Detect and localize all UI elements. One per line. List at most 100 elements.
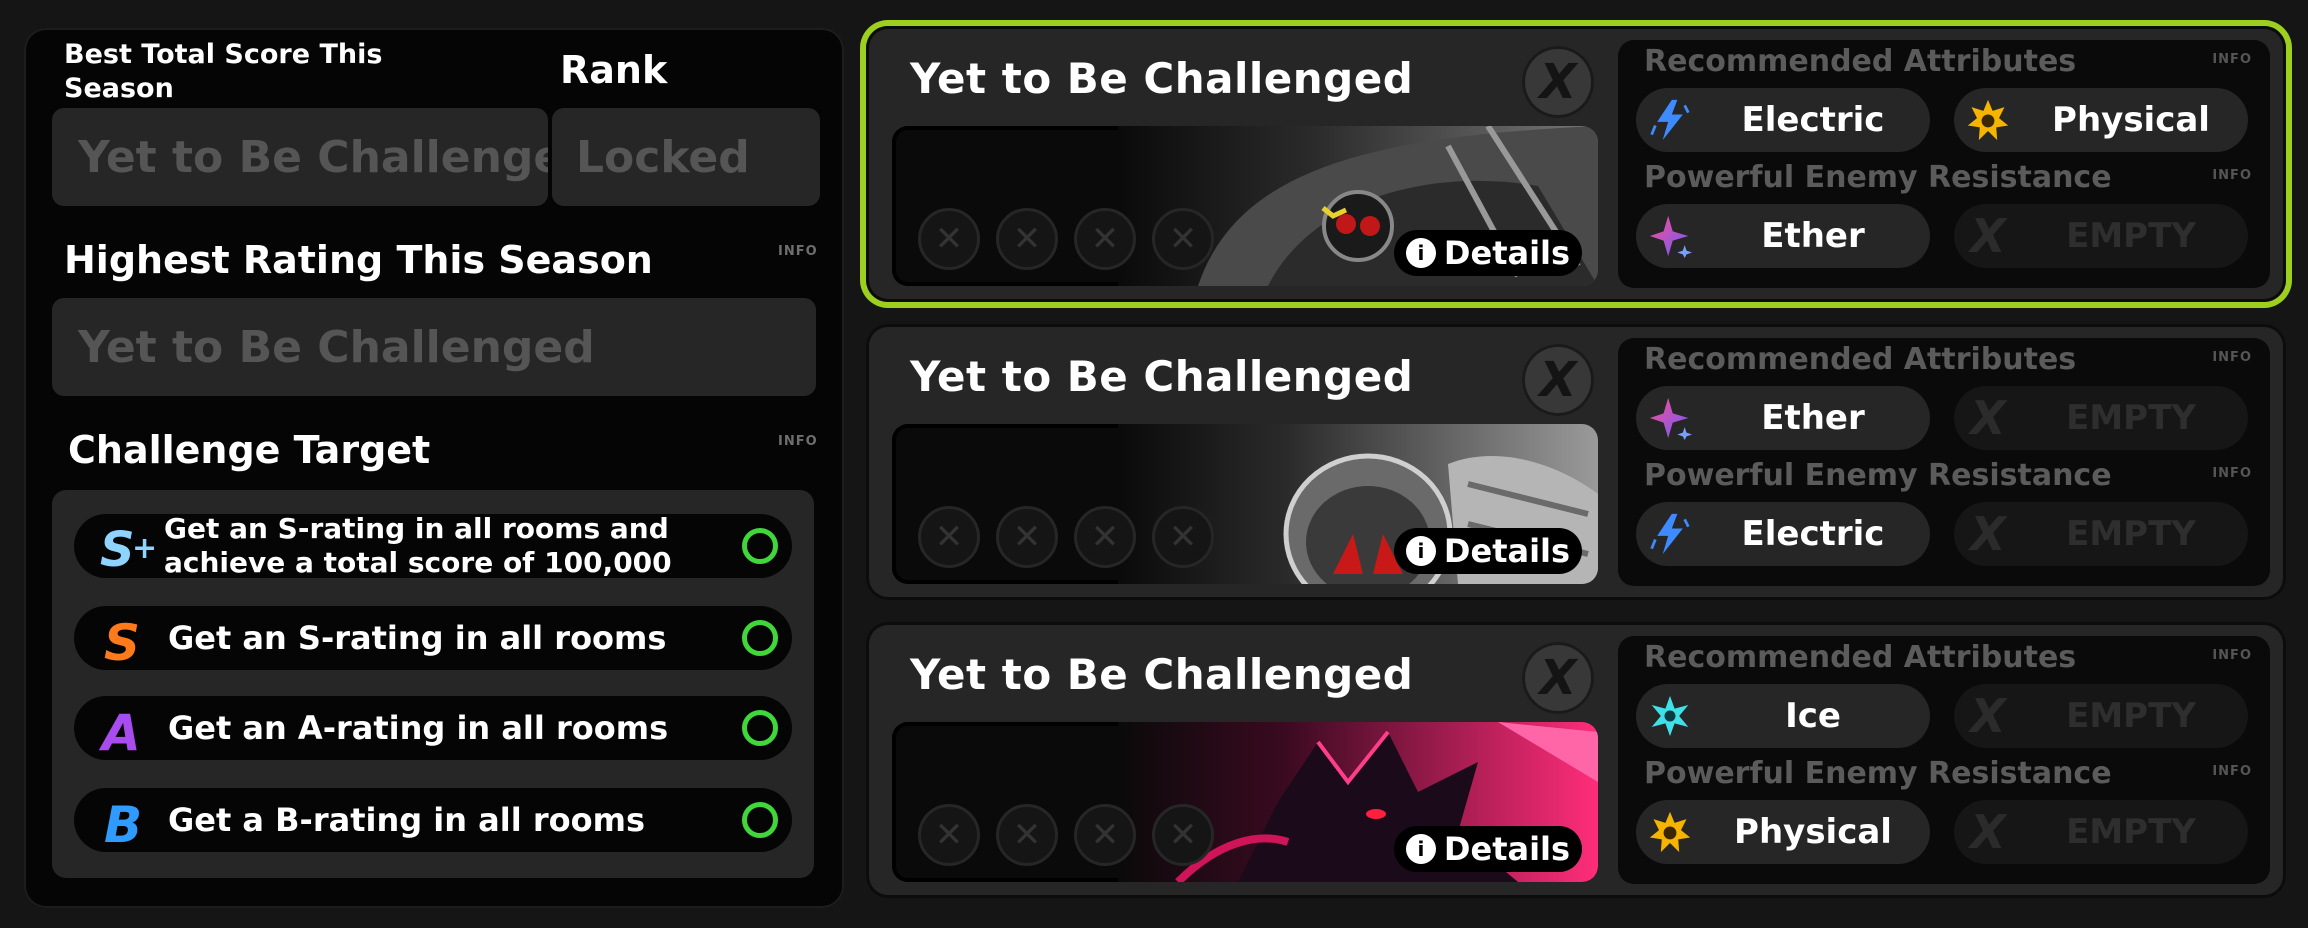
agent-slot-3[interactable]: ✕ bbox=[1074, 208, 1136, 270]
attribute-name: EMPTY bbox=[2066, 398, 2196, 438]
ice-icon bbox=[1646, 692, 1694, 740]
physical-icon bbox=[1964, 96, 2012, 144]
stage-card-3[interactable]: Yet to Be Challenged X ✕ ✕ ✕ ✕ i Details… bbox=[866, 622, 2286, 898]
agent-slot-3[interactable]: ✕ bbox=[1074, 804, 1136, 866]
recommended-attribute-2: X EMPTY bbox=[1954, 386, 2248, 450]
recommended-attributes-label: Recommended Attributes bbox=[1644, 640, 2077, 675]
stage-title: Yet to Be Challenged bbox=[910, 650, 1414, 699]
resistance-info-button[interactable]: INFO bbox=[2212, 168, 2252, 183]
target-incomplete-ring-icon bbox=[742, 620, 778, 656]
target-text: Get a B-rating in all rooms bbox=[168, 801, 645, 839]
resistance-info-button[interactable]: INFO bbox=[2212, 764, 2252, 779]
attribute-name: Electric bbox=[1741, 514, 1885, 554]
agent-slot-3[interactable]: ✕ bbox=[1074, 506, 1136, 568]
attribute-name: EMPTY bbox=[2066, 216, 2196, 256]
challenge-target-info-button[interactable]: INFO bbox=[778, 434, 818, 449]
details-icon: i bbox=[1405, 238, 1436, 268]
resistance-attribute-1: Physical bbox=[1636, 800, 1930, 864]
clear-stage-button[interactable]: X bbox=[1522, 642, 1594, 714]
recommended-attribute-2: X EMPTY bbox=[1954, 684, 2248, 748]
recommended-attribute-2: Physical bbox=[1954, 88, 2248, 152]
attribute-name: Electric bbox=[1741, 100, 1885, 140]
stage-card-2[interactable]: Yet to Be Challenged X ✕ ✕ ✕ ✕ i Details… bbox=[866, 324, 2286, 600]
attribute-name: EMPTY bbox=[2066, 812, 2196, 852]
agent-slot-1[interactable]: ✕ bbox=[918, 804, 980, 866]
agent-slot-1[interactable]: ✕ bbox=[918, 506, 980, 568]
challenge-target-label: Challenge Target bbox=[68, 428, 431, 472]
s-plus-rating-icon: S + bbox=[98, 522, 157, 578]
recommended-attribute-1: Electric bbox=[1636, 88, 1930, 152]
challenge-target-list: S + Get an S-rating in all rooms and ach… bbox=[52, 490, 814, 878]
stage-card-1[interactable]: Yet to Be Challenged X ✕ ✕ ✕ ✕ i Details… bbox=[866, 26, 2286, 302]
highest-rating-info-button[interactable]: INFO bbox=[778, 244, 818, 259]
agent-slot-4[interactable]: ✕ bbox=[1152, 208, 1214, 270]
stage-title: Yet to Be Challenged bbox=[910, 352, 1414, 401]
agent-slot-4[interactable]: ✕ bbox=[1152, 506, 1214, 568]
ether-icon bbox=[1646, 394, 1694, 442]
best-total-score-label: Best Total Score This Season bbox=[64, 39, 383, 104]
stage-title: Yet to Be Challenged bbox=[910, 54, 1414, 103]
recommended-info-button[interactable]: INFO bbox=[2212, 648, 2252, 663]
recommended-info-button[interactable]: INFO bbox=[2212, 52, 2252, 67]
target-incomplete-ring-icon bbox=[742, 710, 778, 746]
empty-icon: X bbox=[1970, 391, 2006, 445]
target-row-a: A Get an A-rating in all rooms bbox=[74, 696, 792, 762]
details-icon: i bbox=[1405, 834, 1436, 864]
recommended-info-button[interactable]: INFO bbox=[2212, 350, 2252, 365]
attribute-name: EMPTY bbox=[2066, 514, 2196, 554]
season-summary-panel: Best Total Score This Season Rank Yet to… bbox=[24, 28, 844, 908]
resistance-attribute-1: Electric bbox=[1636, 502, 1930, 566]
resistance-attribute-2: X EMPTY bbox=[1954, 800, 2248, 864]
details-label: Details bbox=[1443, 532, 1571, 570]
details-button[interactable]: i Details bbox=[1394, 230, 1582, 276]
target-incomplete-ring-icon bbox=[742, 528, 778, 564]
agent-slot-1[interactable]: ✕ bbox=[918, 208, 980, 270]
svg-text:A: A bbox=[98, 704, 141, 756]
svg-text:S: S bbox=[104, 614, 140, 666]
resistance-info-button[interactable]: INFO bbox=[2212, 466, 2252, 481]
enemy-preview: ✕ ✕ ✕ ✕ i Details bbox=[892, 126, 1598, 286]
ether-icon bbox=[1646, 212, 1694, 260]
details-icon: i bbox=[1405, 536, 1436, 566]
agent-slot-2[interactable]: ✕ bbox=[996, 804, 1058, 866]
recommended-attribute-1: Ether bbox=[1636, 386, 1930, 450]
attribute-name: Physical bbox=[2052, 100, 2210, 140]
details-label: Details bbox=[1443, 234, 1571, 272]
enemy-resistance-label: Powerful Enemy Resistance bbox=[1644, 160, 2112, 195]
agent-slot-4[interactable]: ✕ bbox=[1152, 804, 1214, 866]
attribute-name: Ether bbox=[1761, 398, 1865, 438]
rank-field: Locked bbox=[552, 108, 820, 206]
a-rating-icon: A bbox=[98, 704, 150, 762]
resistance-attribute-2: X EMPTY bbox=[1954, 204, 2248, 268]
empty-icon: X bbox=[1970, 689, 2006, 743]
recommended-attribute-1: Ice bbox=[1636, 684, 1930, 748]
clear-stage-button[interactable]: X bbox=[1522, 344, 1594, 416]
enemy-resistance-label: Powerful Enemy Resistance bbox=[1644, 458, 2112, 493]
clear-stage-button[interactable]: X bbox=[1522, 46, 1594, 118]
target-text: Get an S-rating in all rooms bbox=[168, 619, 667, 657]
s-rating-icon: S bbox=[98, 614, 150, 672]
empty-icon: X bbox=[1970, 805, 2006, 859]
details-button[interactable]: i Details bbox=[1394, 528, 1582, 574]
details-button[interactable]: i Details bbox=[1394, 826, 1582, 872]
attributes-panel: Recommended Attributes INFO Ether X EMPT… bbox=[1618, 338, 2270, 586]
enemy-preview: ✕ ✕ ✕ ✕ i Details bbox=[892, 722, 1598, 882]
enemy-resistance-label: Powerful Enemy Resistance bbox=[1644, 756, 2112, 791]
target-incomplete-ring-icon bbox=[742, 802, 778, 838]
target-row-b: B Get a B-rating in all rooms bbox=[74, 788, 792, 854]
rank-label: Rank bbox=[560, 48, 668, 92]
agent-slot-2[interactable]: ✕ bbox=[996, 506, 1058, 568]
svg-text:+: + bbox=[132, 531, 157, 566]
attribute-name: Ether bbox=[1761, 216, 1865, 256]
empty-icon: X bbox=[1970, 209, 2006, 263]
svg-text:S: S bbox=[100, 522, 135, 574]
highest-rating-value: Yet to Be Challenged bbox=[78, 321, 595, 373]
target-text: Get an S-rating in all rooms and achieve… bbox=[164, 512, 672, 579]
attributes-panel: Recommended Attributes INFO Electric Phy… bbox=[1618, 40, 2270, 288]
attribute-name: EMPTY bbox=[2066, 696, 2196, 736]
recommended-attributes-label: Recommended Attributes bbox=[1644, 44, 2077, 79]
resistance-attribute-2: X EMPTY bbox=[1954, 502, 2248, 566]
empty-icon: X bbox=[1970, 507, 2006, 561]
agent-slot-2[interactable]: ✕ bbox=[996, 208, 1058, 270]
target-text: Get an A-rating in all rooms bbox=[168, 709, 669, 747]
